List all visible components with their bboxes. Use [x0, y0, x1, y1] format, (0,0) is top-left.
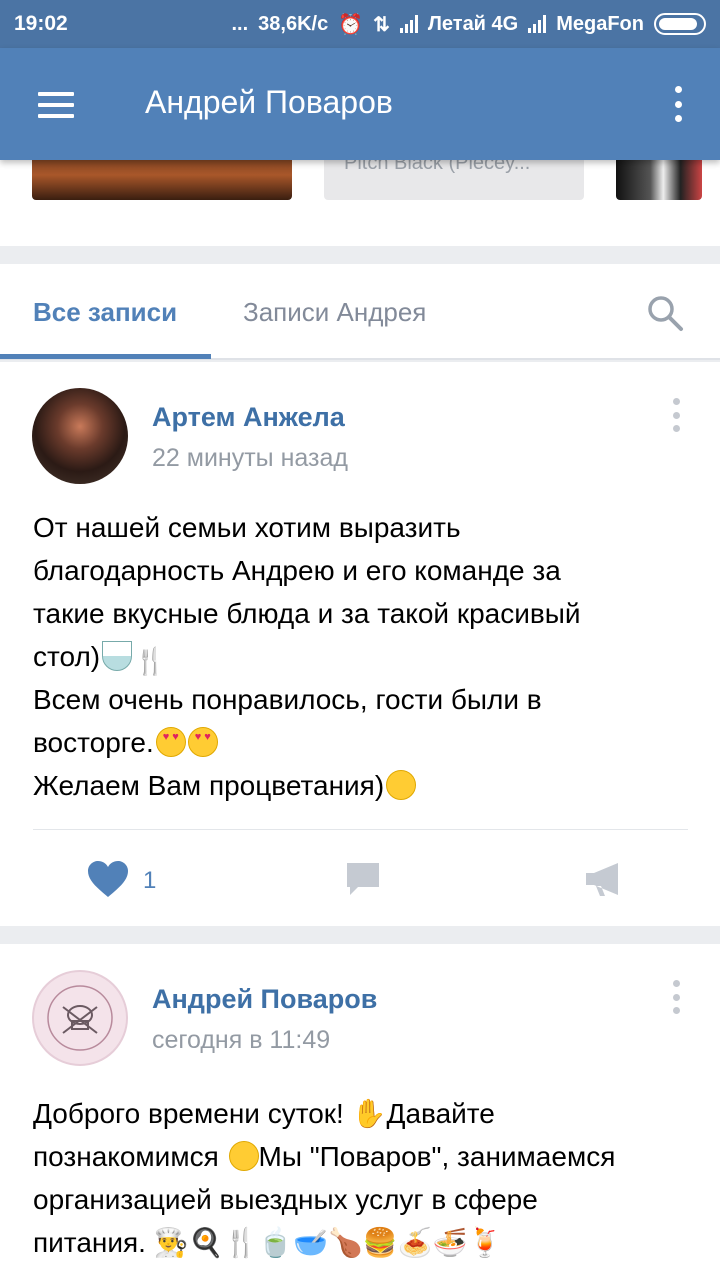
more-options-icon[interactable]	[674, 86, 682, 122]
post-line: Давайте	[386, 1098, 495, 1129]
status-time: 19:02	[14, 12, 68, 35]
post-more-icon[interactable]	[672, 980, 680, 1014]
tab-all-posts[interactable]: Все записи	[33, 297, 177, 328]
post-author[interactable]: Андрей Поваров	[152, 984, 377, 1015]
wall-tabs: Все записи Записи Андрея	[0, 264, 720, 360]
post-line: Желаем Вам процветания)	[33, 770, 385, 801]
post-line: восторге.	[33, 727, 154, 758]
post-line: Мы "Поваров", занимаемся	[258, 1141, 616, 1172]
post-line: Доброго времени суток!	[33, 1098, 352, 1129]
signal-icon-2	[528, 15, 547, 33]
app-bar: Андрей Поваров	[0, 48, 720, 160]
post-line: такие вкусные блюда и за такой красивый	[33, 598, 581, 629]
post-line: От нашей семьи хотим выразить	[33, 512, 461, 543]
smile-emoji-icon	[386, 770, 417, 800]
chef-logo-icon	[47, 985, 113, 1051]
network-speed: 38,6K/с	[258, 12, 329, 35]
comment-icon[interactable]	[344, 860, 382, 898]
menu-icon[interactable]	[38, 92, 74, 118]
post: Андрей Поваров сегодня в 11:49 Доброго в…	[0, 944, 720, 1280]
post-time: сегодня в 11:49	[152, 1026, 331, 1054]
grin-emoji-icon	[228, 1141, 259, 1171]
post-line: благодарность Андрею и его команде за	[33, 555, 561, 586]
battery-icon	[654, 13, 706, 35]
post-line: организацией выездных услуг в сфере	[33, 1184, 538, 1215]
status-dots: ...	[231, 12, 249, 35]
share-icon[interactable]	[584, 860, 622, 898]
like-count: 1	[143, 867, 157, 894]
tab-andrey-posts[interactable]: Записи Андрея	[243, 297, 426, 328]
data-transfer-icon: ⇅	[373, 13, 390, 36]
heart-eyes-emoji-icon	[155, 727, 186, 757]
post-time: 22 минуты назад	[152, 444, 348, 472]
active-tab-indicator	[0, 354, 211, 359]
post-line: стол)	[33, 641, 101, 672]
post-line: Всем очень понравилось, гости были в	[33, 684, 542, 715]
wave-hand-emoji-icon: ✋	[351, 1098, 387, 1129]
post-text: От нашей семьи хотим выразить благодарно…	[33, 506, 693, 807]
post-more-icon[interactable]	[672, 398, 680, 432]
avatar[interactable]	[32, 970, 128, 1066]
cook-emoji-icon: 👨‍🍳🍳🍴🍵🥣🍗🍔🍝🍜🍹	[153, 1227, 503, 1258]
soup-emoji-icon	[102, 641, 133, 671]
post-text: Доброго времени суток! ✋Давайте познаком…	[33, 1092, 693, 1264]
status-bar: 19:02 ... 38,6K/с ⏰ ⇅ Летай 4G MegaFon	[0, 0, 720, 48]
signal-icon	[399, 15, 418, 33]
alarm-icon: ⏰	[338, 13, 364, 36]
status-indicators: ... 38,6K/с ⏰ ⇅ Летай 4G MegaFon	[231, 12, 706, 37]
post: Артем Анжела 22 минуты назад От нашей се…	[0, 362, 720, 926]
post-line: питания.	[33, 1227, 154, 1258]
media-strip: Pitch Black (Piecey...	[0, 150, 720, 246]
like-icon[interactable]	[86, 859, 130, 899]
fork-knife-emoji-icon: 🍴	[134, 646, 167, 676]
heart-eyes-emoji-icon	[187, 727, 218, 757]
carrier-2: MegaFon	[556, 12, 644, 35]
post-author[interactable]: Артем Анжела	[152, 402, 345, 433]
avatar[interactable]	[32, 388, 128, 484]
carrier-1: Летай 4G	[427, 12, 519, 35]
post-line: познакомимся	[33, 1141, 227, 1172]
post-divider	[33, 829, 688, 830]
page-title: Андрей Поваров	[145, 84, 393, 120]
search-icon[interactable]	[645, 293, 685, 333]
